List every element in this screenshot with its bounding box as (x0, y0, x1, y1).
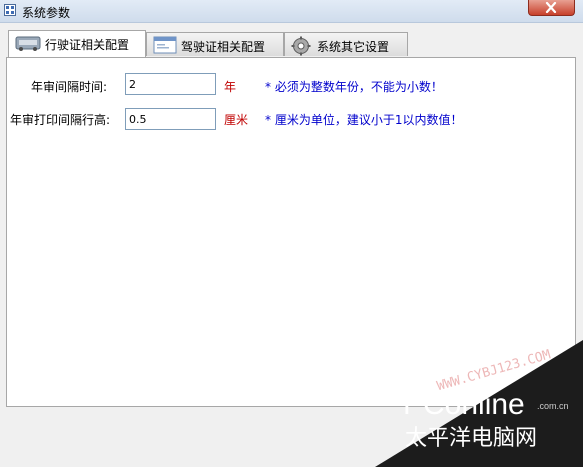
title-bar[interactable]: 系统参数 (0, 0, 583, 23)
print-line-height-unit: 厘米 (224, 113, 249, 127)
print-line-height-label: 年审打印间隔行高: (10, 113, 111, 127)
app-icon (4, 4, 16, 16)
vehicle-license-icon (15, 36, 41, 51)
tab-label: 系统其它设置 (317, 40, 390, 54)
tab-label: 行驶证相关配置 (45, 38, 130, 52)
document-window-icon (153, 36, 177, 54)
watermark-logo-text: PConline (403, 388, 525, 421)
window-title: 系统参数 (22, 6, 71, 20)
tab-license-config[interactable]: 行驶证相关配置 (8, 30, 146, 57)
tab-other-settings[interactable]: 系统其它设置 (284, 32, 408, 56)
gear-icon (291, 36, 311, 56)
settings-window: 系统参数 行驶证相关配置 驾驶证相关配置 系统其它设置 年审间隔时间: 2 年 … (0, 0, 583, 467)
close-icon (545, 2, 557, 13)
tab-driver-license-config[interactable]: 驾驶证相关配置 (146, 32, 284, 56)
print-line-height-hint: * 厘米为单位，建议小于1以内数值！ (265, 113, 463, 127)
print-line-height-input[interactable] (125, 108, 216, 130)
inspection-interval-unit: 年 (224, 80, 237, 94)
watermark-brand-cn: 太平洋电脑网 (405, 426, 537, 451)
tab-label: 驾驶证相关配置 (181, 40, 266, 54)
pconline-watermark: WWW.CYBJ123.COM PConline .com.cn 太平洋电脑网 (375, 340, 583, 467)
close-button[interactable] (528, 0, 575, 16)
watermark-domain-suffix: .com.cn (537, 401, 569, 411)
inspection-interval-input[interactable] (125, 73, 216, 95)
inspection-interval-hint: * 必须为整数年份，不能为小数！ (265, 80, 443, 94)
inspection-interval-label: 年审间隔时间: (31, 80, 108, 94)
